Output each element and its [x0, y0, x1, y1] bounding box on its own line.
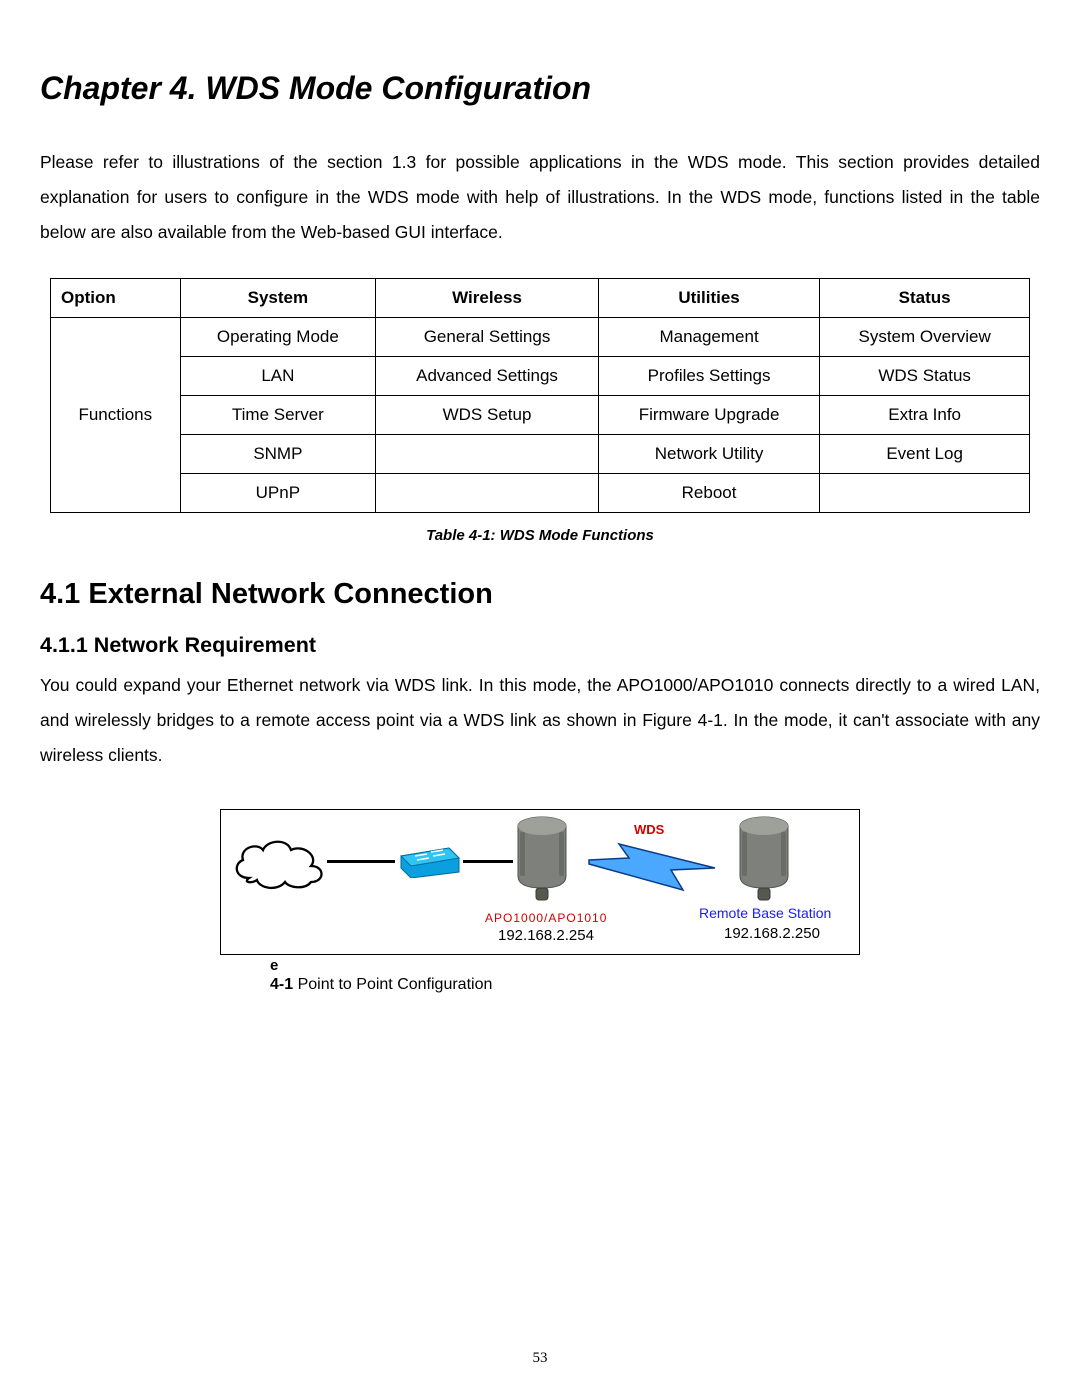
- cell: System Overview: [820, 318, 1030, 357]
- table-header-row: Option System Wireless Utilities Status: [51, 279, 1030, 318]
- th-wireless: Wireless: [376, 279, 599, 318]
- cell: Firmware Upgrade: [598, 396, 819, 435]
- cell: Advanced Settings: [376, 357, 599, 396]
- table-caption: Table 4-1: WDS Mode Functions: [40, 527, 1040, 544]
- figure-number: 4-1: [270, 976, 293, 993]
- access-point-icon: [511, 816, 573, 902]
- cell: Reboot: [598, 474, 819, 513]
- table-row: LAN Advanced Settings Profiles Settings …: [51, 357, 1030, 396]
- wds-link-icon: [585, 840, 719, 894]
- cell: [376, 474, 599, 513]
- th-option: Option: [51, 279, 181, 318]
- table-row: UPnP Reboot: [51, 474, 1030, 513]
- cell: WDS Setup: [376, 396, 599, 435]
- ethernet-line-icon: [463, 860, 513, 863]
- cell: Event Log: [820, 435, 1030, 474]
- diagram-container: WDS APO1000/APO1010 192.168.2.254 Remote…: [220, 809, 860, 994]
- chapter-title: Chapter 4. WDS Mode Configuration: [40, 70, 1040, 107]
- internet-cloud-icon: [229, 834, 329, 890]
- figure-text: Point to Point Configuration: [293, 976, 492, 993]
- intro-paragraph: Please refer to illustrations of the sec…: [40, 145, 1040, 250]
- section-heading: 4.1 External Network Connection: [40, 578, 1040, 611]
- th-system: System: [180, 279, 376, 318]
- row-label: Functions: [51, 318, 181, 513]
- cell: Time Server: [180, 396, 376, 435]
- subsection-heading: 4.1.1 Network Requirement: [40, 633, 1040, 658]
- document-page: Chapter 4. WDS Mode Configuration Please…: [0, 0, 1080, 1397]
- cell: Management: [598, 318, 819, 357]
- ip-address-remote: 192.168.2.250: [724, 925, 820, 942]
- device-model-label: APO1000/APO1010: [485, 911, 607, 925]
- table-row: Time Server WDS Setup Firmware Upgrade E…: [51, 396, 1030, 435]
- cell: [376, 435, 599, 474]
- subsection-paragraph: You could expand your Ethernet network v…: [40, 668, 1040, 773]
- cell: WDS Status: [820, 357, 1030, 396]
- cell: Operating Mode: [180, 318, 376, 357]
- cell: General Settings: [376, 318, 599, 357]
- remote-station-label: Remote Base Station: [699, 905, 831, 921]
- figure-caption: 4-1 Point to Point Configuration: [270, 976, 860, 994]
- remote-access-point-icon: [733, 816, 795, 902]
- page-number: 53: [0, 1350, 1080, 1367]
- ip-address-local: 192.168.2.254: [498, 927, 594, 944]
- cell: SNMP: [180, 435, 376, 474]
- stray-text: e: [270, 957, 860, 974]
- cell: Network Utility: [598, 435, 819, 474]
- network-diagram: WDS APO1000/APO1010 192.168.2.254 Remote…: [220, 809, 860, 955]
- th-status: Status: [820, 279, 1030, 318]
- wds-label: WDS: [634, 822, 664, 837]
- table-row: SNMP Network Utility Event Log: [51, 435, 1030, 474]
- cell: UPnP: [180, 474, 376, 513]
- cell: Profiles Settings: [598, 357, 819, 396]
- th-utilities: Utilities: [598, 279, 819, 318]
- functions-table: Option System Wireless Utilities Status …: [50, 278, 1030, 513]
- table-row: Functions Operating Mode General Setting…: [51, 318, 1030, 357]
- cell: LAN: [180, 357, 376, 396]
- cell: [820, 474, 1030, 513]
- cell: Extra Info: [820, 396, 1030, 435]
- ethernet-line-icon: [327, 860, 395, 863]
- network-switch-icon: [397, 846, 461, 878]
